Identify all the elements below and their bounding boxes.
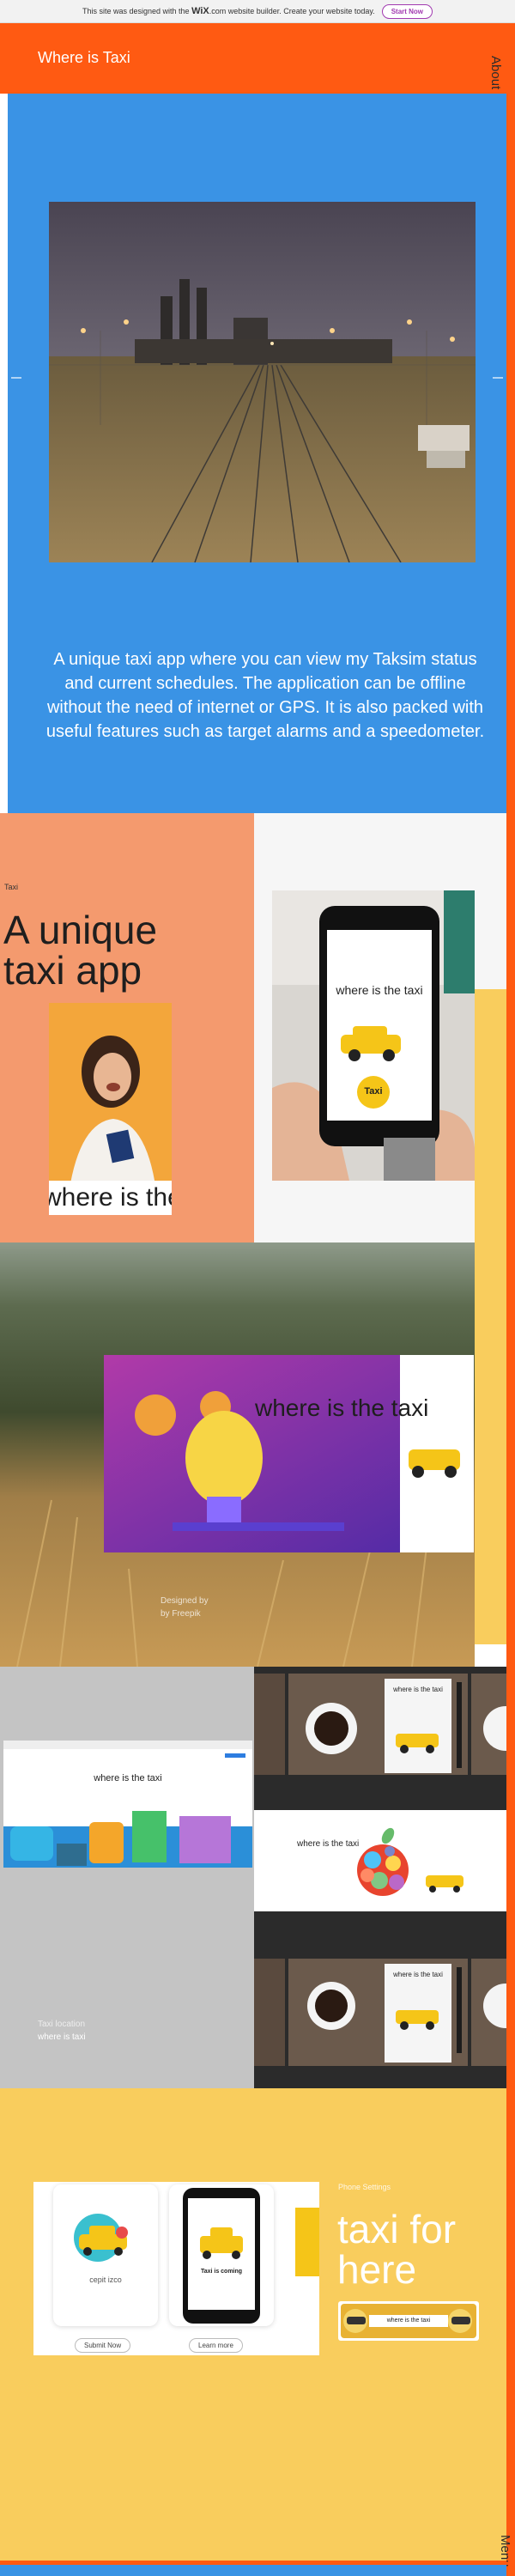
slider-prev-arrow[interactable]: [11, 377, 21, 379]
learn-more-button[interactable]: Learn more: [189, 2338, 243, 2353]
wix-banner-text: This site was designed with the WiX.com …: [82, 6, 375, 16]
wix-logo: WiX: [191, 6, 209, 16]
showcase-pill-image: where is the taxi: [338, 2301, 479, 2341]
submit-now-button[interactable]: Submit Now: [75, 2338, 131, 2353]
hero-railway-photo: [49, 202, 476, 562]
browser-card-text: where is the taxi: [94, 1773, 162, 1783]
yellow-side-strip: [475, 989, 506, 1644]
start-now-button[interactable]: Start Now: [381, 3, 433, 19]
intro-heading: A unique taxi app: [3, 908, 158, 993]
showcase-heading: taxi for here: [337, 2207, 457, 2293]
hero-section: A unique taxi app where you can view my …: [8, 94, 506, 813]
tile-text: where is the taxi: [393, 1686, 443, 1693]
app-screen-card-1-text: cepit izco: [89, 2275, 122, 2284]
gallery-tile-coffee-edge-2[interactable]: [471, 1959, 506, 2066]
app-screen-card-3-edge: [295, 2208, 319, 2276]
woman-with-passport-image: where is the taxi: [49, 1003, 172, 1215]
browser-mockup-card: where is the taxi: [3, 1741, 252, 1868]
footer-bar: [0, 2561, 506, 2576]
gallery-tile-wood-2[interactable]: [254, 1959, 285, 2066]
illustration-card-text: where is the taxi: [255, 1394, 429, 1421]
site-header: Where is Taxi About: [0, 23, 506, 94]
phone-screen-text: where is the taxi: [336, 983, 423, 997]
pill-text: where is the taxi: [369, 2315, 448, 2327]
nav-about-link[interactable]: About: [488, 56, 503, 89]
idea-illustration-card: where is the taxi: [104, 1355, 474, 1552]
gallery-tile-wood[interactable]: [254, 1674, 285, 1775]
gallery-tile-coffee-notebook-2[interactable]: where is the taxi: [288, 1959, 468, 2066]
site-title[interactable]: Where is Taxi: [38, 49, 130, 67]
phone-in-hand-image: where is the taxi Taxi: [272, 890, 475, 1181]
showcase-small-label: Phone Settings: [338, 2183, 391, 2191]
gallery-tile-coffee-edge[interactable]: [471, 1674, 506, 1775]
app-screen-card-2: Taxi is coming: [169, 2184, 274, 2326]
tile-text: where is the taxi: [393, 1971, 443, 1978]
right-edge-strip: [506, 23, 515, 2576]
hero-description: A unique taxi app where you can view my …: [45, 650, 485, 741]
woman-card-overlay-text: where is the taxi: [49, 1181, 172, 1215]
tile-text: where is the taxi: [297, 1839, 360, 1849]
app-screens-card: cepit izco Taxi is coming Submit Now Lea…: [33, 2182, 319, 2355]
gallery-grid: where is the taxi where is the taxi wher…: [254, 1667, 506, 2088]
gallery-tile-apple-logo[interactable]: where is the taxi: [254, 1810, 506, 1911]
wix-banner: This site was designed with the WiX.com …: [0, 0, 515, 23]
app-screen-card-1: cepit izco: [53, 2184, 158, 2326]
app-screen-card-2-text: Taxi is coming: [200, 2269, 243, 2275]
slider-next-arrow[interactable]: [493, 377, 503, 379]
phone-taxi-badge: Taxi: [364, 1086, 383, 1097]
taxi-location-caption: Taxi location where is taxi: [38, 2020, 86, 2042]
intro-small-label: Taxi: [4, 883, 19, 891]
photo-credit: Designed by by Freepik: [161, 1596, 209, 1619]
gallery-tile-coffee-notebook[interactable]: where is the taxi: [288, 1674, 468, 1775]
